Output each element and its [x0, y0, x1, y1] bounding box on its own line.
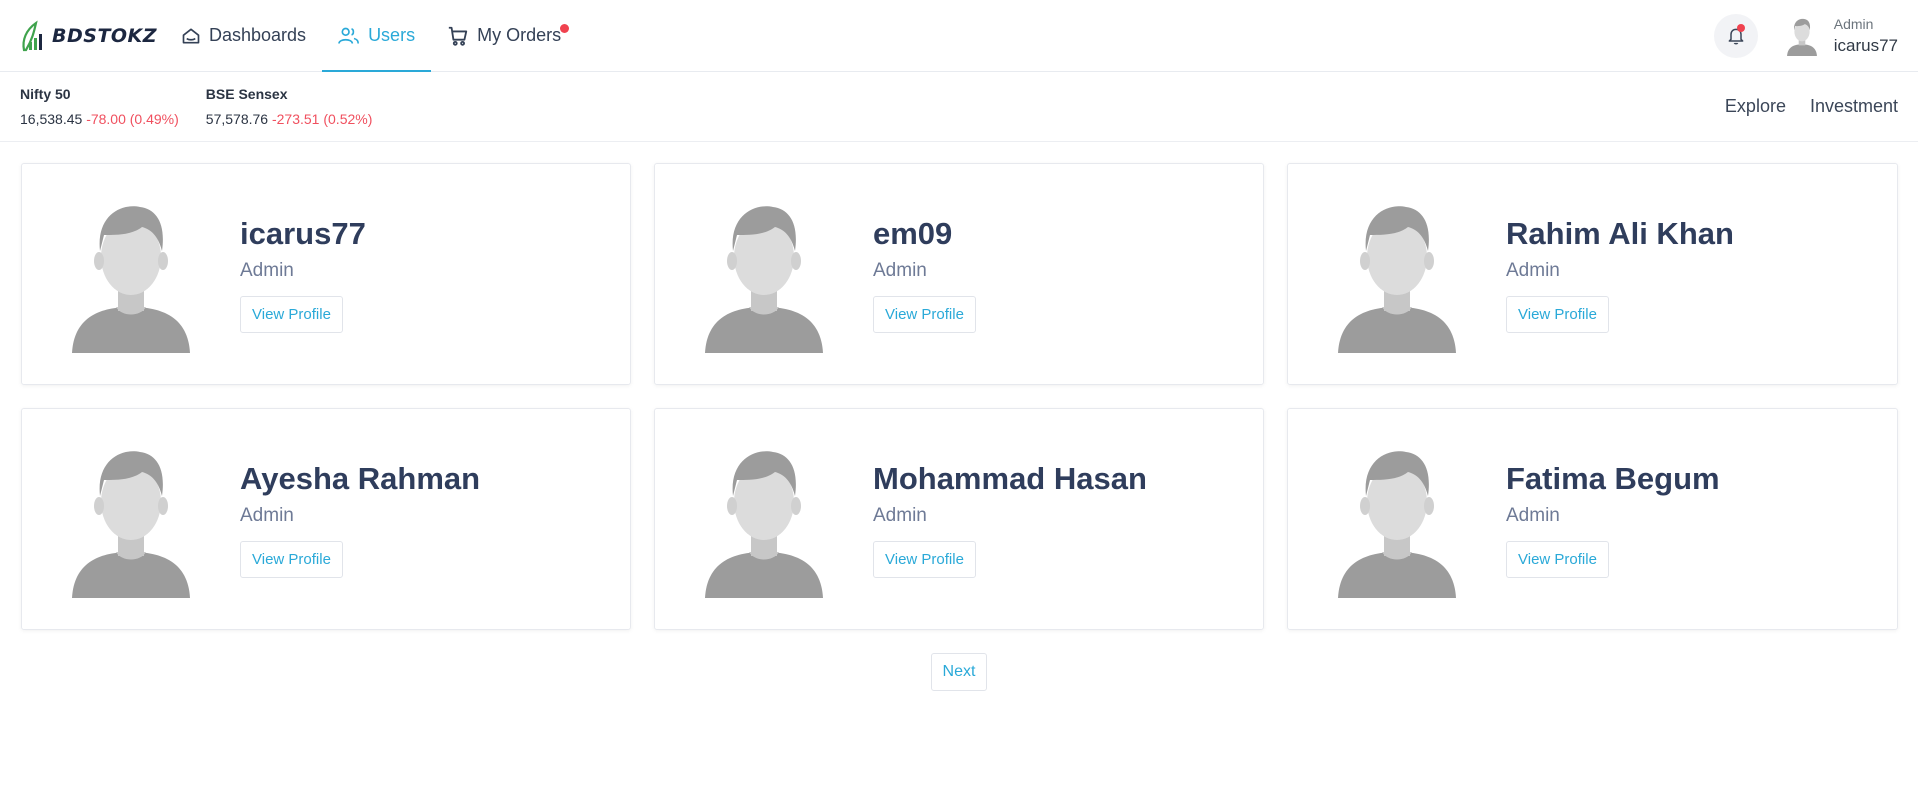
index-change: -78.00 (0.49%) [86, 111, 179, 127]
user-card: Ayesha Rahman Admin View Profile [21, 408, 631, 630]
user-role: Admin [873, 259, 927, 281]
user-name: Rahim Ali Khan [1506, 215, 1734, 251]
view-profile-button[interactable]: View Profile [240, 540, 343, 578]
avatar [1338, 451, 1456, 598]
index-change: -273.51 (0.52%) [271, 111, 373, 127]
user-role: Admin [873, 504, 927, 526]
cart-icon [447, 25, 469, 47]
avatar [72, 206, 190, 353]
avatar [705, 451, 823, 598]
brand-logo[interactable]: BDSTOKZ [0, 0, 165, 71]
notifications-button[interactable] [1713, 13, 1758, 58]
user-role: Admin [240, 259, 294, 281]
explore-link[interactable]: Explore [1725, 96, 1786, 117]
investment-link[interactable]: Investment [1810, 96, 1898, 117]
view-profile-button[interactable]: View Profile [1506, 295, 1609, 333]
nav-item-users[interactable]: Users [322, 0, 432, 72]
orders-badge-dot [560, 24, 570, 33]
notification-dot [1736, 23, 1745, 32]
user-card: Fatima Begum Admin View Profile [1287, 408, 1898, 630]
avatar [72, 451, 190, 598]
avatar [1786, 18, 1817, 56]
user-card: em09 Admin View Profile [654, 163, 1264, 385]
user-role: Admin [1506, 259, 1560, 281]
top-navbar: BDSTOKZ Dashboards Users My Orders Admin… [0, 0, 1918, 72]
users-icon [338, 26, 360, 46]
navbar-right: Admin icarus77 [1713, 0, 1918, 71]
index-name: Nifty 50 [20, 86, 71, 102]
main-nav: Dashboards Users My Orders [165, 0, 577, 72]
next-page-button[interactable]: Next [930, 653, 988, 691]
nav-item-my-orders[interactable]: My Orders [431, 0, 577, 71]
user-name: icarus77 [240, 215, 366, 251]
user-name: Mohammad Hasan [873, 460, 1147, 496]
user-card: icarus77 Admin View Profile [21, 163, 631, 385]
index-nifty-50[interactable]: Nifty 50 16,538.45 -78.00 (0.49%) [20, 86, 179, 127]
index-name: BSE Sensex [205, 86, 288, 102]
index-value: 57,578.76 [205, 111, 269, 127]
avatar [1338, 206, 1456, 353]
user-card: Rahim Ali Khan Admin View Profile [1287, 163, 1898, 385]
user-role: Admin [1506, 504, 1560, 526]
index-value: 16,538.45 [20, 111, 83, 127]
nav-item-label: Dashboards [209, 25, 307, 45]
nav-item-label: My Orders [477, 25, 562, 45]
account-name: icarus77 [1833, 35, 1898, 55]
account-menu[interactable]: Admin icarus77 [1784, 16, 1898, 56]
nav-item-label: Users [368, 25, 416, 45]
market-ticker: Nifty 50 16,538.45 -78.00 (0.49%) BSE Se… [0, 72, 1918, 142]
view-profile-button[interactable]: View Profile [1506, 540, 1609, 578]
view-profile-button[interactable]: View Profile [873, 295, 976, 333]
brand-name: BDSTOKZ [52, 24, 158, 47]
user-name: Fatima Begum [1506, 460, 1720, 496]
view-profile-button[interactable]: View Profile [240, 295, 343, 333]
avatar [705, 206, 823, 353]
account-role: Admin [1833, 15, 1874, 32]
user-role: Admin [240, 504, 294, 526]
user-card-grid: icarus77 Admin View Profile em09 Admin V… [0, 142, 1918, 630]
user-name: em09 [873, 215, 953, 251]
home-icon [181, 26, 201, 46]
user-name: Ayesha Rahman [240, 460, 481, 496]
user-card: Mohammad Hasan Admin View Profile [654, 408, 1264, 630]
growth-chart-leaf-icon [22, 19, 42, 51]
nav-item-dashboards[interactable]: Dashboards [165, 0, 322, 71]
index-bse-sensex[interactable]: BSE Sensex 57,578.76 -273.51 (0.52%) [206, 86, 373, 127]
pagination: Next [0, 653, 1918, 691]
view-profile-button[interactable]: View Profile [873, 540, 976, 578]
